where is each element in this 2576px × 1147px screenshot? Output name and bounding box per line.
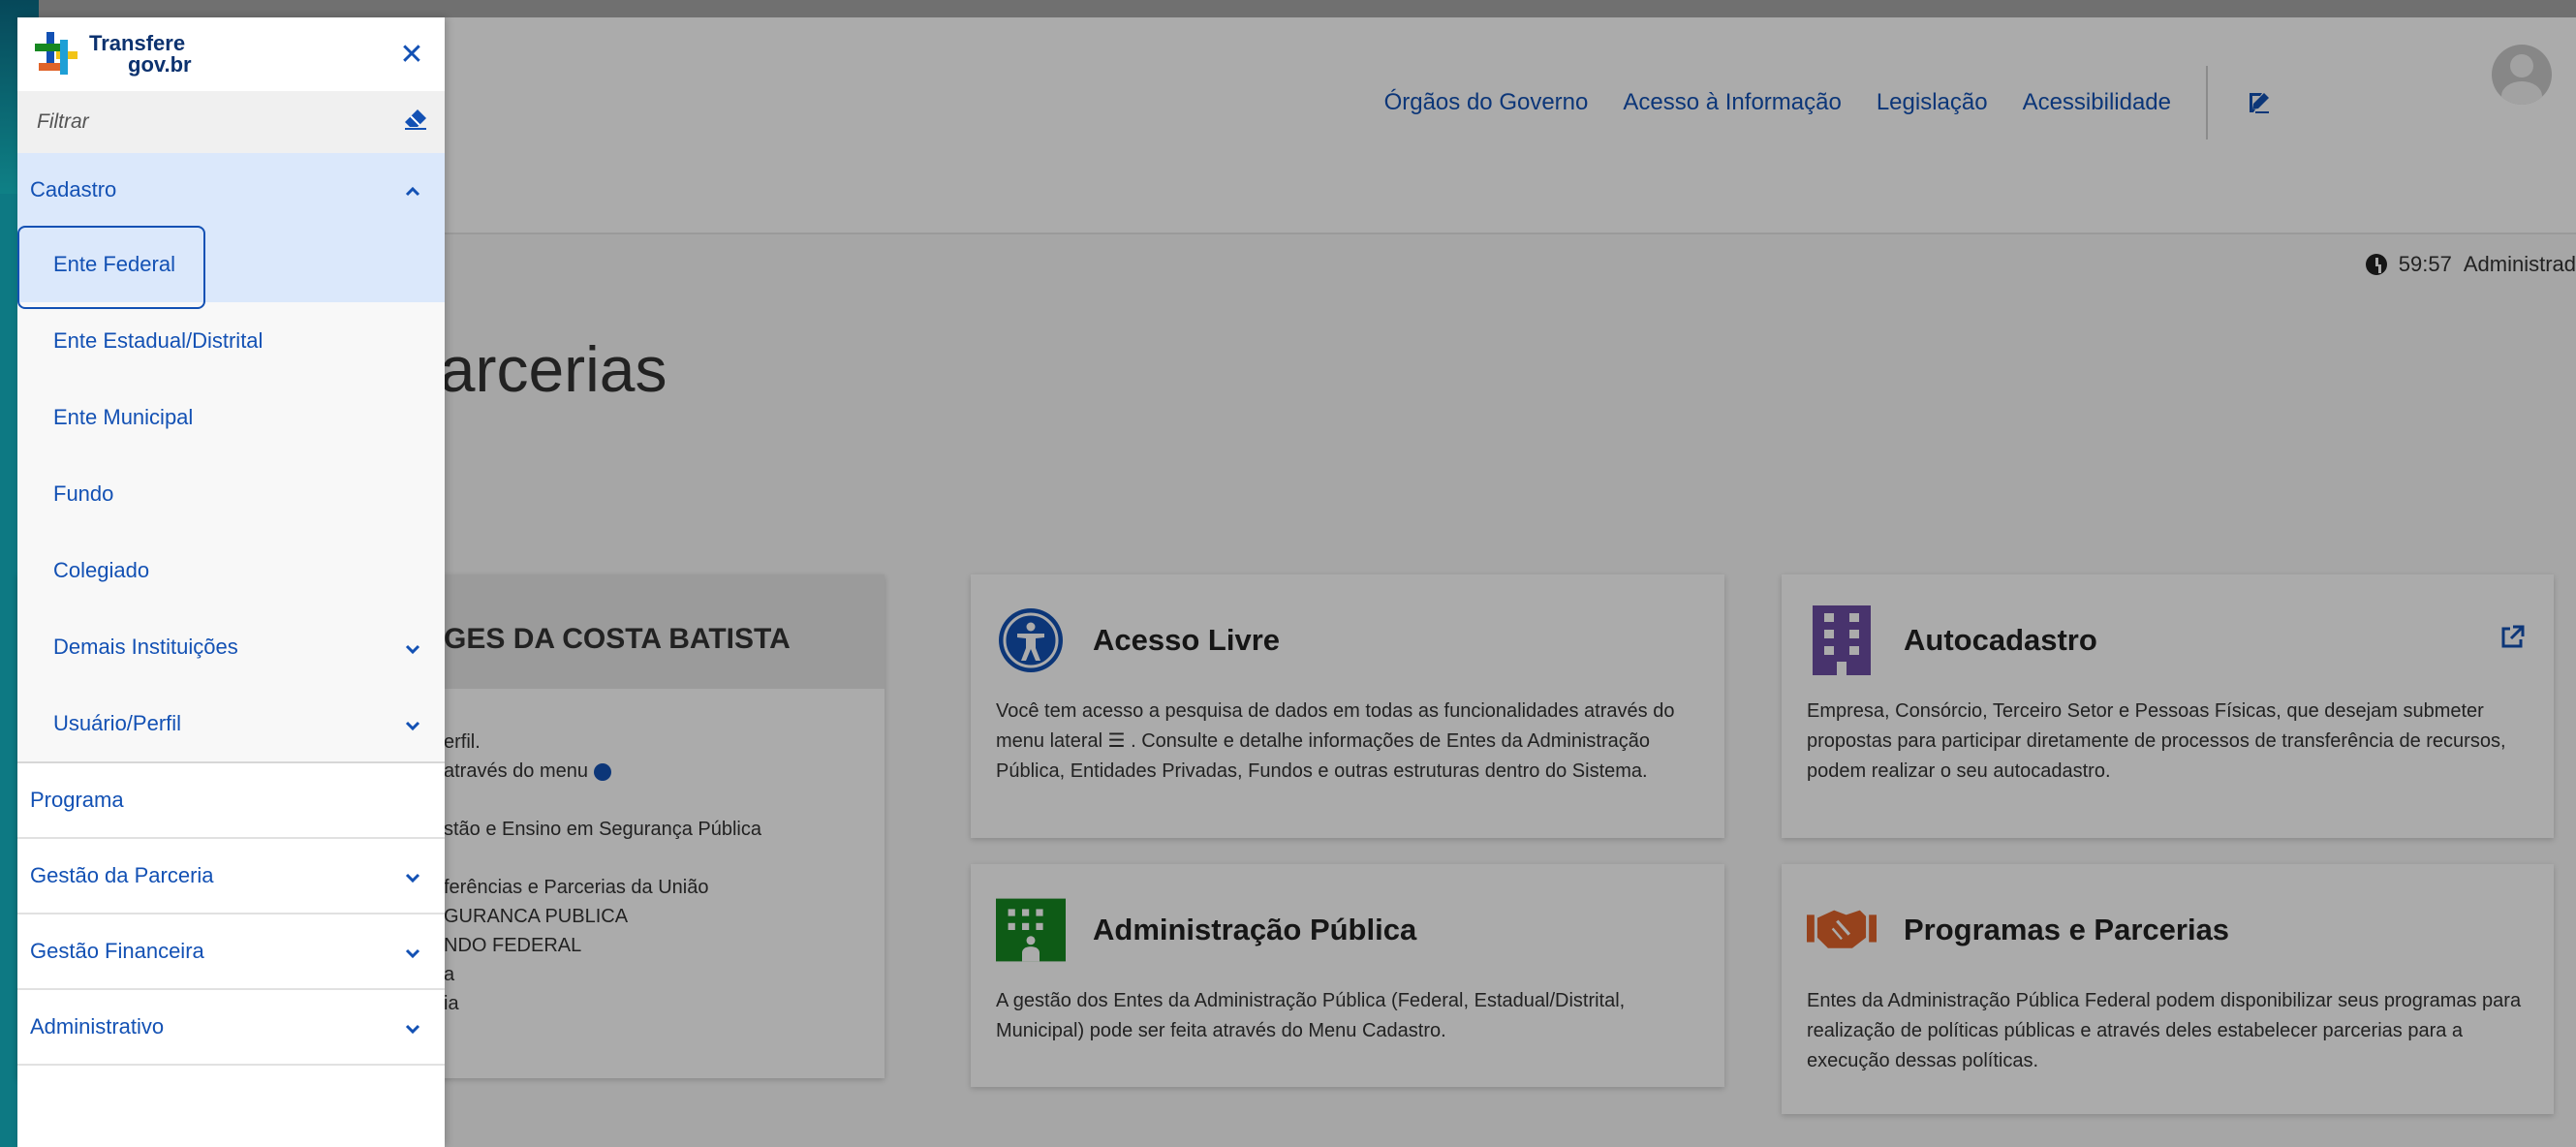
chevron-down-icon [404,1018,421,1036]
chevron-down-icon [404,715,421,732]
chevron-down-icon [404,638,421,656]
submenu-fundo[interactable]: Fundo [17,455,445,532]
menu-label: Programa [30,788,124,812]
menu-cadastro[interactable]: Cadastro [17,153,445,226]
menu-label: Gestão da Parceria [30,863,214,887]
menu-label: Gestão Financeira [30,939,204,963]
close-icon[interactable]: ✕ [394,37,429,72]
menu-programa[interactable]: Programa [17,763,445,839]
submenu-ente-estadual[interactable]: Ente Estadual/Distrital [17,302,445,379]
submenu-usuario-perfil[interactable]: Usuário/Perfil [17,685,445,761]
chevron-down-icon [404,867,421,884]
menu-administrativo[interactable]: Administrativo [17,990,445,1066]
submenu-ente-municipal[interactable]: Ente Municipal [17,379,445,455]
chevron-down-icon [404,943,421,960]
submenu-label: Ente Municipal [53,404,194,429]
submenu-demais-instituicoes[interactable]: Demais Instituições [17,608,445,685]
side-menu: Transfere gov.br ✕ Filtrar Cadastro Ente… [17,17,445,1147]
drawer-header: Transfere gov.br ✕ [17,17,445,91]
filter-input[interactable]: Filtrar [17,91,445,153]
logo-icon [33,30,81,78]
menu-gestao-parceria[interactable]: Gestão da Parceria [17,839,445,914]
submenu-label: Colegiado [53,557,150,582]
filter-placeholder: Filtrar [37,110,89,133]
logo-text-line1: Transfere [89,31,186,55]
menu-gestao-financeira[interactable]: Gestão Financeira [17,914,445,990]
logo[interactable]: Transfere gov.br [33,30,192,78]
submenu-label: Demais Instituições [53,634,238,659]
submenu-ente-federal[interactable]: Ente Federal [17,226,445,309]
logo-text-line2: gov.br [128,52,192,77]
submenu-label: Ente Estadual/Distrital [53,327,264,353]
chevron-up-icon [404,181,421,199]
focus-ring [17,226,205,309]
menu-label: Administrativo [30,1014,165,1038]
submenu-label: Fundo [53,480,114,506]
eraser-icon[interactable] [404,108,427,136]
menu-label: Cadastro [30,176,117,202]
submenu-label: Usuário/Perfil [53,710,182,735]
submenu-colegiado[interactable]: Colegiado [17,532,445,608]
